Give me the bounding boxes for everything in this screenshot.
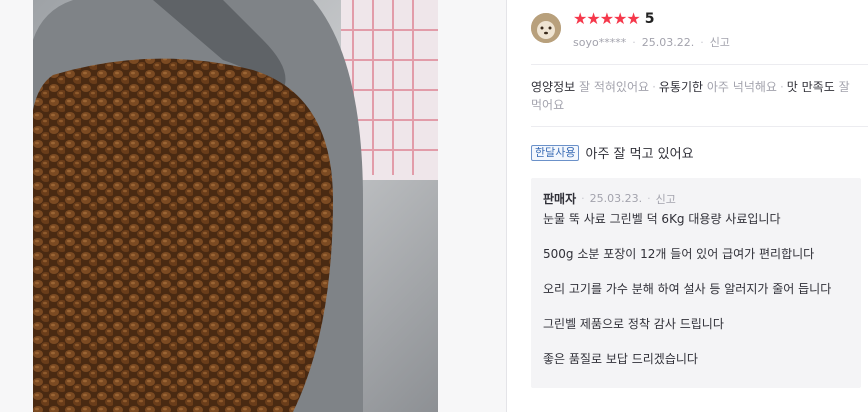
attr-key: 맛 만족도	[786, 80, 835, 94]
reply-line: 눈물 뚝 사료 그린벨 덕 6Kg 대용량 사료입니다	[543, 212, 781, 226]
reply-line: 그린벨 제품으로 정착 감사 드립니다	[543, 317, 724, 331]
reviewer-id: soyo*****	[573, 35, 627, 49]
seller-report-link[interactable]: 신고	[656, 191, 676, 207]
seller-reply-date: 25.03.23.	[589, 192, 643, 205]
separator-dot: ·	[779, 80, 784, 94]
star-icon: ★	[586, 9, 600, 28]
separator-dot: ·	[700, 35, 704, 49]
star-icon: ★	[613, 9, 627, 28]
dog-food-bowl-image	[33, 0, 438, 412]
star-icon: ★	[626, 9, 640, 28]
user-avatar-image	[531, 13, 561, 43]
rating-stars: ★ ★ ★ ★ ★ 5	[573, 10, 654, 28]
review-date: 25.03.22.	[641, 35, 695, 49]
report-link[interactable]: 신고	[710, 34, 730, 50]
reply-line: 500g 소분 포장이 12개 들어 있어 급여가 편리합니다	[543, 247, 815, 261]
seller-reply-text: 눈물 뚝 사료 그린벨 덕 6Kg 대용량 사료입니다 500g 소분 포장이 …	[543, 211, 849, 368]
review-attributes: 영양정보 잘 적혀있어요 · 유통기한 아주 넉넉해요 · 맛 만족도 잘 먹어요	[531, 78, 861, 114]
review-photo[interactable]	[33, 0, 438, 412]
review-panel: ★ ★ ★ ★ ★ 5 soyo***** · 25.03.22. · 신고 영…	[507, 0, 868, 412]
attr-value: 잘 적혀있어요	[579, 80, 650, 94]
review-body: 한달사용 아주 잘 먹고 있어요	[531, 143, 694, 162]
reply-line: 좋은 품질로 보답 드리겠습니다	[543, 352, 698, 366]
seller-reply: 판매자 · 25.03.23. · 신고 눈물 뚝 사료 그린벨 덕 6Kg 대…	[531, 178, 861, 388]
review-meta: soyo***** · 25.03.22. · 신고	[573, 34, 730, 50]
separator-dot: ·	[632, 35, 636, 49]
avatar[interactable]	[531, 13, 561, 43]
star-icon: ★	[599, 9, 614, 28]
divider-line	[531, 126, 868, 127]
separator-dot: ·	[647, 192, 651, 205]
attr-value: 아주 넉넉해요	[706, 80, 777, 94]
review-text: 아주 잘 먹고 있어요	[585, 147, 694, 162]
reply-line: 오리 고기를 가수 분해 하여 설사 등 알러지가 줄어 듭니다	[543, 282, 832, 296]
separator-dot: ·	[581, 192, 585, 205]
attr-key: 영양정보	[531, 80, 576, 94]
separator-dot: ·	[652, 80, 656, 94]
review-photo-pane	[0, 0, 507, 412]
divider-line	[531, 64, 868, 65]
attr-key: 유통기한	[658, 80, 704, 94]
seller-label: 판매자	[543, 192, 577, 206]
usage-badge: 한달사용	[531, 144, 580, 161]
rating-score: 5	[644, 11, 655, 27]
star-icon: ★	[573, 9, 587, 28]
seller-reply-header: 판매자 · 25.03.23. · 신고	[543, 190, 849, 207]
